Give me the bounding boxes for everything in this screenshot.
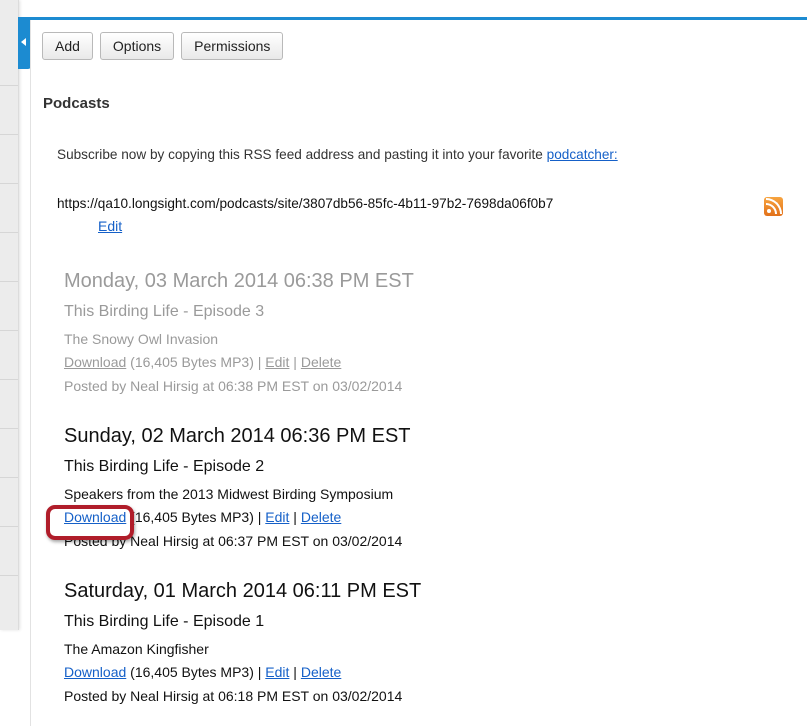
page-title: Podcasts [43,95,110,112]
posted-by: Posted by Neal Hirsig at 06:18 PM EST on… [64,688,403,704]
separator: | [289,664,301,680]
subscribe-text: Subscribe now by copying this RSS feed a… [57,147,547,162]
posted-by: Posted by Neal Hirsig at 06:38 PM EST on… [64,378,403,394]
separator: | [289,354,301,370]
delete-link[interactable]: Delete [301,664,341,680]
download-highlight-callout [46,505,134,540]
file-size: (16,405 Bytes MP3) | [126,354,266,370]
toolbar: Add Options Permissions [42,32,284,60]
episode-description: Speakers from the 2013 Midwest Birding S… [64,486,394,502]
edit-link[interactable]: Edit [265,354,289,370]
episode-title: This Birding Life - Episode 1 [64,613,265,630]
tool-title-bar [30,17,807,20]
episode-date: Sunday, 02 March 2014 06:36 PM EST [64,425,411,447]
rss-icon[interactable] [764,197,783,216]
episode-title: This Birding Life - Episode 2 [64,458,265,475]
options-button[interactable]: Options [99,32,175,60]
delete-link[interactable]: Delete [301,354,341,370]
podcasts-tool-window: Add Options Permissions Podcasts Subscri… [0,0,807,726]
chevron-left-icon [21,38,26,46]
episode-item: Monday, 03 March 2014 06:38 PM EST This … [64,270,414,394]
download-link[interactable]: Download [64,354,126,370]
add-button[interactable]: Add [42,32,93,60]
panel-divider [30,20,31,726]
episode-item: Saturday, 01 March 2014 06:11 PM EST Thi… [64,580,421,704]
episode-description: The Snowy Owl Invasion [64,331,219,347]
episode-actions: Download (16,405 Bytes MP3) | Edit | Del… [64,664,421,680]
permissions-button[interactable]: Permissions [181,32,284,60]
episode-date: Saturday, 01 March 2014 06:11 PM EST [64,580,422,602]
edit-link[interactable]: Edit [265,509,289,525]
file-size: (16,405 Bytes MP3) | [126,509,266,525]
tool-menu-rail [0,0,19,630]
episode-description: The Amazon Kingfisher [64,641,209,657]
feed-edit-link[interactable]: Edit [98,218,122,234]
download-link[interactable]: Download [64,664,126,680]
episode-title: This Birding Life - Episode 3 [64,303,265,320]
subscribe-instructions: Subscribe now by copying this RSS feed a… [57,147,618,162]
episode-date: Monday, 03 March 2014 06:38 PM EST [64,270,414,292]
rss-feed-url: https://qa10.longsight.com/podcasts/site… [57,196,554,211]
episode-actions: Download (16,405 Bytes MP3) | Edit | Del… [64,354,414,370]
delete-link[interactable]: Delete [301,509,341,525]
file-size: (16,405 Bytes MP3) | [126,664,266,680]
separator: | [289,509,301,525]
edit-link[interactable]: Edit [265,664,289,680]
podcatcher-link[interactable]: podcatcher: [547,147,618,162]
